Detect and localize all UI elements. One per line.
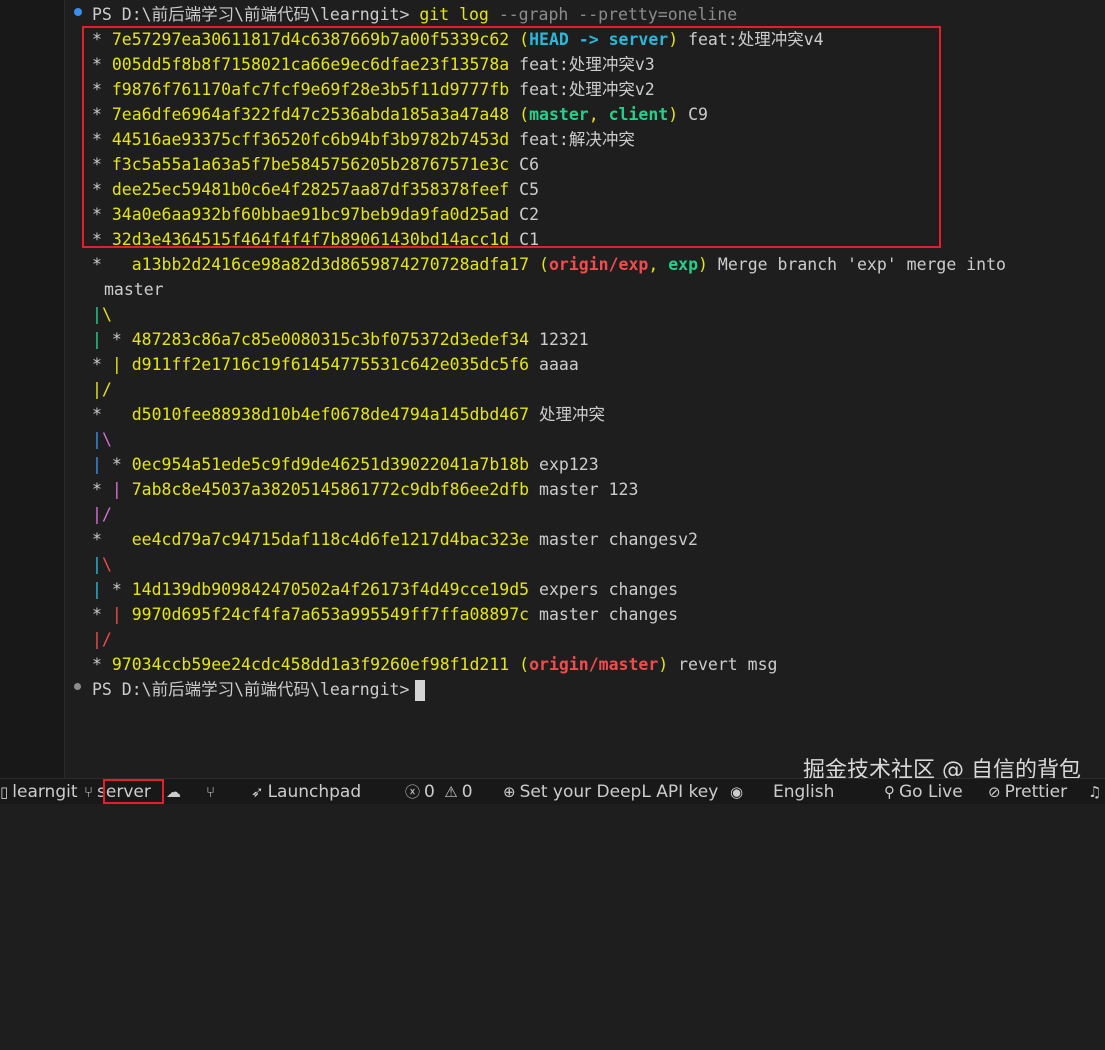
commit-message: exp123 — [539, 455, 599, 474]
status-launchpad[interactable]: ➶ Launchpad — [251, 779, 361, 805]
commit-message: 12321 — [539, 330, 589, 349]
prompt-line[interactable]: PS D:\前后端学习\前端代码\learngit> — [92, 677, 426, 702]
graph-line: |/ — [92, 630, 112, 649]
graph-line: |\ — [92, 555, 112, 574]
log-line: * | 9970d695f24cf4fa7a653a995549ff7ffa08… — [92, 605, 679, 624]
status-prettier[interactable]: ⊘ Prettier — [988, 779, 1067, 805]
log-line: * 97034ccb59ee24cdc458dd1a3f9260ef98f1d2… — [92, 655, 778, 674]
commit-hash: 7ab8c8e45037a38205145861772c9dbf86ee2dfb — [131, 480, 530, 499]
command-text: git log — [419, 5, 489, 24]
prompt-path: PS D:\前后端学习\前端代码\learngit> — [92, 5, 410, 24]
commit-message: aaaa — [539, 355, 579, 374]
globe-icon: ⊕ — [503, 783, 516, 801]
status-bar: ▯ learngit ⑂ server ☁ ⑂ ➶ Launchpad ⓧ 0 ⚠ 0 ⊕… — [0, 778, 1105, 804]
status-deepl[interactable]: ⊕ Set your DeepL API key — [503, 779, 718, 805]
commit-message: master changesv2 — [539, 530, 698, 549]
graph-line: |\ — [92, 430, 112, 449]
commit-hash: a13bb2d2416ce98a82d3d8659874270728adfa17 — [131, 255, 530, 274]
warning-icon: ⚠ — [444, 783, 458, 801]
eye-icon[interactable]: ◉ — [730, 779, 747, 805]
ref-branch: exp — [668, 255, 699, 274]
command-decoration-icon[interactable] — [74, 683, 81, 690]
folder-icon: ▯ — [0, 783, 9, 801]
commit-hash: 0ec954a51ede5c9fd9de46251d39022041a7b18b — [131, 455, 530, 474]
commit-message: master — [104, 280, 164, 299]
command-flags: --graph --pretty=oneline — [498, 5, 738, 24]
sync-icon[interactable]: ☁ — [166, 779, 185, 805]
highlight-annotation — [82, 26, 941, 248]
commit-hash: 9970d695f24cf4fa7a653a995549ff7ffa08897c — [131, 605, 530, 624]
prettier-disabled-icon: ⊘ — [988, 783, 1001, 801]
prompt-path: PS D:\前后端学习\前端代码\learngit> — [92, 680, 410, 699]
commit-hash: 97034ccb59ee24cdc458dd1a3f9260ef98f1d211 — [111, 655, 510, 674]
log-line-continued: master — [104, 277, 164, 302]
commit-hash: d911ff2e1716c19f61454775531c642e035dc5f6 — [131, 355, 530, 374]
command-decoration-icon[interactable] — [74, 8, 82, 16]
log-line: | * 487283c86a7c85e0080315c3bf075372d3ed… — [92, 330, 589, 349]
commit-hash: 487283c86a7c85e0080315c3bf075372d3edef34 — [131, 330, 530, 349]
status-golive[interactable]: ⚲ Go Live — [884, 779, 963, 805]
broadcast-icon: ⚲ — [884, 783, 895, 801]
status-language[interactable]: English — [773, 779, 834, 805]
commit-message: expers changes — [539, 580, 679, 599]
terminal-gutter — [0, 0, 64, 778]
log-line: | * 0ec954a51ede5c9fd9de46251d39022041a7… — [92, 455, 599, 474]
cursor — [415, 680, 426, 701]
commit-hash: 14d139db909842470502a4f26173f4d49cce19d5 — [131, 580, 530, 599]
commit-message: master changes — [539, 605, 679, 624]
prompt-line: PS D:\前后端学习\前端代码\learngit> git log --gra… — [92, 2, 737, 27]
graph-line: |/ — [92, 505, 112, 524]
commit-message: Merge branch 'exp' merge into — [717, 255, 1006, 274]
log-line: * ee4cd79a7c94715daf118c4d6fe1217d4bac32… — [92, 530, 698, 549]
notifications-icon[interactable]: ♫ — [1088, 779, 1105, 805]
log-line: * | 7ab8c8e45037a38205145861772c9dbf86ee… — [92, 480, 639, 499]
commit-message: revert msg — [678, 655, 778, 674]
git-branch-icon: ⑂ — [84, 783, 94, 801]
commit-message: 处理冲突 — [539, 405, 606, 424]
git-graph-icon[interactable]: ⑂ — [206, 779, 219, 805]
graph-line: |/ — [92, 380, 112, 399]
graph-line: |\ — [92, 305, 112, 324]
gutter-divider — [64, 0, 65, 778]
ref-remote: origin/exp — [548, 255, 649, 274]
commit-hash: ee4cd79a7c94715daf118c4d6fe1217d4bac323e — [131, 530, 530, 549]
commit-hash: d5010fee88938d10b4ef0678de4794a145dbd467 — [131, 405, 530, 424]
log-line: | * 14d139db909842470502a4f26173f4d49cce… — [92, 580, 679, 599]
rocket-icon: ➶ — [251, 783, 264, 801]
log-line: * a13bb2d2416ce98a82d3d8659874270728adfa… — [92, 255, 1006, 274]
status-folder[interactable]: ▯ learngit — [0, 779, 78, 805]
log-line: * d5010fee88938d10b4ef0678de4794a145dbd4… — [92, 405, 606, 424]
ref-remote: origin/master — [529, 655, 659, 674]
error-icon: ⓧ — [405, 783, 421, 801]
status-problems[interactable]: ⓧ 0 ⚠ 0 — [405, 779, 473, 805]
branch-highlight-annotation — [103, 779, 164, 804]
log-line: * | d911ff2e1716c19f61454775531c642e035d… — [92, 355, 579, 374]
commit-message: master 123 — [539, 480, 639, 499]
